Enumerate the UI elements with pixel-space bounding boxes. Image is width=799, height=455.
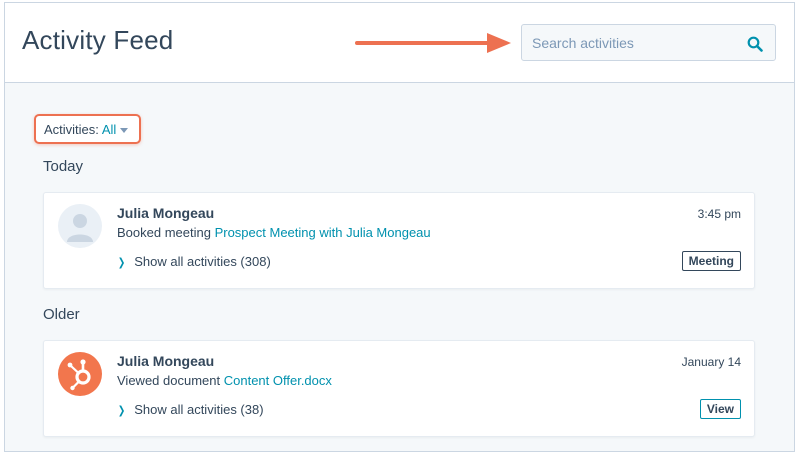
section-heading-older: Older [43,306,80,323]
show-all-activities-link[interactable]: ❯ Show all activities (308) [117,254,271,269]
activity-time: January 14 [681,355,741,369]
chevron-right-icon: ❯ [117,257,126,269]
search-input[interactable] [522,25,775,60]
activity-card: Julia Mongeau January 14 Viewed document… [43,340,755,437]
page-header: Activity Feed [5,3,794,83]
activities-filter-highlight: Activities: All [34,114,141,144]
show-all-activities-link[interactable]: ❯ Show all activities (38) [117,402,264,417]
app-frame: Activity Feed Activities: All Today Juli [4,2,795,452]
caret-down-icon[interactable] [120,128,129,134]
chevron-right-icon: ❯ [117,405,126,417]
activity-time: 3:45 pm [697,207,741,221]
activity-link[interactable]: Content Offer.docx [224,373,332,388]
meeting-button[interactable]: Meeting [681,251,741,271]
activity-card: Julia Mongeau 3:45 pm Booked meeting Pro… [43,192,755,289]
hubspot-sprocket-icon [58,352,102,396]
default-user-icon [58,204,102,248]
search-box[interactable] [521,24,776,61]
contact-name[interactable]: Julia Mongeau [117,353,214,369]
activity-action: Viewed document [117,373,221,388]
search-icon[interactable] [747,36,763,52]
filter-label: Activities: [44,122,99,137]
section-heading-today: Today [43,158,84,175]
show-all-label: Show all activities (308) [134,254,271,269]
activity-description: Viewed document Content Offer.docx [117,373,332,388]
view-button[interactable]: View [699,399,741,419]
activities-filter-dropdown[interactable]: Activities: All [44,122,129,137]
activity-link[interactable]: Prospect Meeting with Julia Mongeau [215,225,431,240]
arrow-right-icon [355,33,511,53]
show-all-label: Show all activities (38) [134,402,264,417]
activity-action: Booked meeting [117,225,211,240]
page-title: Activity Feed [22,25,174,55]
filter-value[interactable]: All [102,122,116,137]
activity-description: Booked meeting Prospect Meeting with Jul… [117,225,431,240]
contact-name[interactable]: Julia Mongeau [117,205,214,221]
